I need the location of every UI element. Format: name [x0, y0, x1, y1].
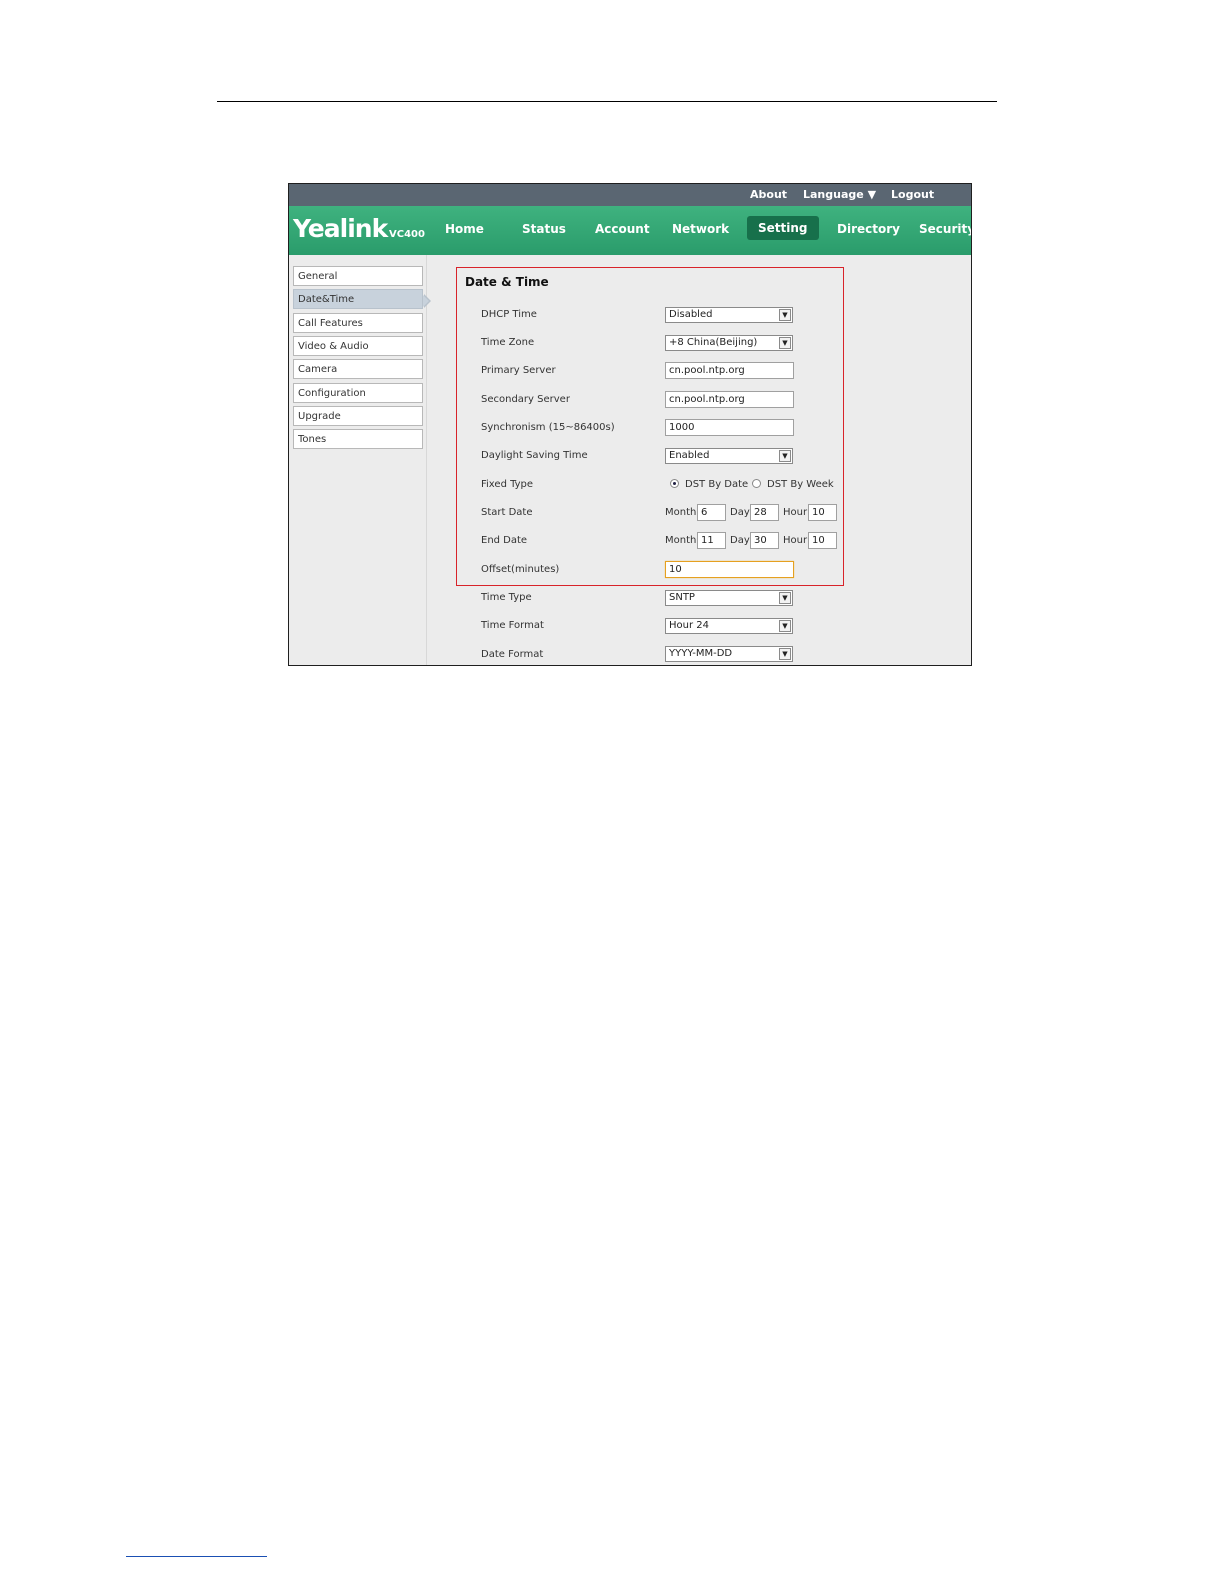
dropdown-arrow-icon: ▼ — [779, 309, 791, 321]
start-date-label: Start Date — [481, 507, 533, 518]
time-format-label: Time Format — [481, 620, 544, 631]
tab-directory[interactable]: Directory — [837, 222, 900, 236]
sidebar-item-upgrade[interactable]: Upgrade — [293, 406, 423, 426]
primary-server-input[interactable]: cn.pool.ntp.org — [665, 362, 794, 379]
dhcp-time-label: DHCP Time — [481, 309, 537, 320]
dhcp-time-value: Disabled — [669, 309, 713, 320]
logout-link[interactable]: Logout — [891, 188, 934, 201]
end-hour-input[interactable]: 10 — [808, 532, 837, 549]
active-pointer-fill — [423, 295, 429, 307]
dst-by-date-radio[interactable] — [670, 479, 679, 488]
time-format-select[interactable]: Hour 24 ▼ — [665, 618, 793, 634]
dropdown-arrow-icon: ▼ — [779, 648, 791, 660]
time-type-value: SNTP — [669, 592, 695, 603]
section-title: Date & Time — [465, 275, 549, 289]
dst-by-week-radio[interactable] — [752, 479, 761, 488]
time-zone-select[interactable]: +8 China(Beijing) ▼ — [665, 335, 793, 351]
sidebar-item-configuration[interactable]: Configuration — [293, 383, 423, 403]
sidebar-item-call-features[interactable]: Call Features — [293, 313, 423, 333]
time-zone-value: +8 China(Beijing) — [669, 337, 758, 348]
daylight-saving-value: Enabled — [669, 450, 710, 461]
dropdown-arrow-icon: ▼ — [779, 592, 791, 604]
top-utility-bar: About Language ▼ Logout — [289, 184, 971, 206]
start-hour-input[interactable]: 10 — [808, 504, 837, 521]
about-link[interactable]: About — [750, 188, 787, 201]
dst-by-date-label: DST By Date — [685, 479, 749, 490]
language-menu[interactable]: Language ▼ — [803, 188, 876, 201]
dst-by-week-label: DST By Week — [767, 479, 834, 490]
date-format-value: YYYY-MM-DD — [669, 648, 733, 659]
tab-security[interactable]: Security — [919, 222, 971, 236]
primary-server-label: Primary Server — [481, 365, 556, 376]
sidebar-item-date-time[interactable]: Date&Time — [293, 289, 423, 309]
tab-setting[interactable]: Setting — [747, 216, 819, 240]
end-date-label: End Date — [481, 535, 528, 546]
language-label: Language — [803, 188, 864, 201]
dropdown-arrow-icon: ▼ — [779, 620, 791, 632]
date-format-label: Date Format — [481, 649, 544, 660]
start-month-input[interactable]: 6 — [697, 504, 726, 521]
date-format-select[interactable]: YYYY-MM-DD ▼ — [665, 646, 793, 662]
dropdown-arrow-icon: ▼ — [779, 337, 791, 349]
main-navigation: Yealink VC400 Home Status Account Networ… — [289, 206, 971, 255]
synchronism-input[interactable]: 1000 — [665, 419, 794, 436]
offset-label: Offset(minutes) — [481, 564, 560, 575]
sidebar-item-tones[interactable]: Tones — [293, 429, 423, 449]
end-day-label: Day — [730, 535, 750, 546]
end-hour-label: Hour — [783, 535, 808, 546]
page-header-rule — [217, 101, 997, 102]
sidebar-item-general[interactable]: General — [293, 266, 423, 286]
chevron-down-icon: ▼ — [867, 188, 877, 201]
tab-account[interactable]: Account — [595, 222, 650, 236]
end-month-input[interactable]: 11 — [697, 532, 726, 549]
time-type-select[interactable]: SNTP ▼ — [665, 590, 793, 606]
sidebar-divider — [426, 255, 427, 665]
dropdown-arrow-icon: ▼ — [779, 450, 791, 462]
secondary-server-label: Secondary Server — [481, 394, 570, 405]
secondary-server-input[interactable]: cn.pool.ntp.org — [665, 391, 794, 408]
model-label: VC400 — [389, 229, 425, 240]
tab-network[interactable]: Network — [672, 222, 729, 236]
synchronism-label: Synchronism (15~86400s) — [481, 422, 615, 433]
end-day-input[interactable]: 30 — [750, 532, 779, 549]
tab-status[interactable]: Status — [522, 222, 566, 236]
end-month-label: Month — [665, 535, 697, 546]
offset-input[interactable]: 10 — [665, 561, 794, 578]
time-zone-label: Time Zone — [481, 337, 535, 348]
time-format-value: Hour 24 — [669, 620, 709, 631]
daylight-saving-label: Daylight Saving Time — [481, 450, 588, 461]
tab-home[interactable]: Home — [445, 222, 484, 236]
sidebar-item-camera[interactable]: Camera — [293, 359, 423, 379]
time-type-label: Time Type — [481, 592, 532, 603]
start-month-label: Month — [665, 507, 697, 518]
start-day-label: Day — [730, 507, 750, 518]
fixed-type-label: Fixed Type — [481, 479, 534, 490]
yealink-logo: Yealink — [293, 214, 388, 243]
footnote-link-rule — [126, 1556, 267, 1557]
dhcp-time-select[interactable]: Disabled ▼ — [665, 307, 793, 323]
screenshot-frame: About Language ▼ Logout Yealink VC400 Ho… — [288, 183, 972, 666]
sidebar-item-video-audio[interactable]: Video & Audio — [293, 336, 423, 356]
daylight-saving-select[interactable]: Enabled ▼ — [665, 448, 793, 464]
start-hour-label: Hour — [783, 507, 808, 518]
start-day-input[interactable]: 28 — [750, 504, 779, 521]
